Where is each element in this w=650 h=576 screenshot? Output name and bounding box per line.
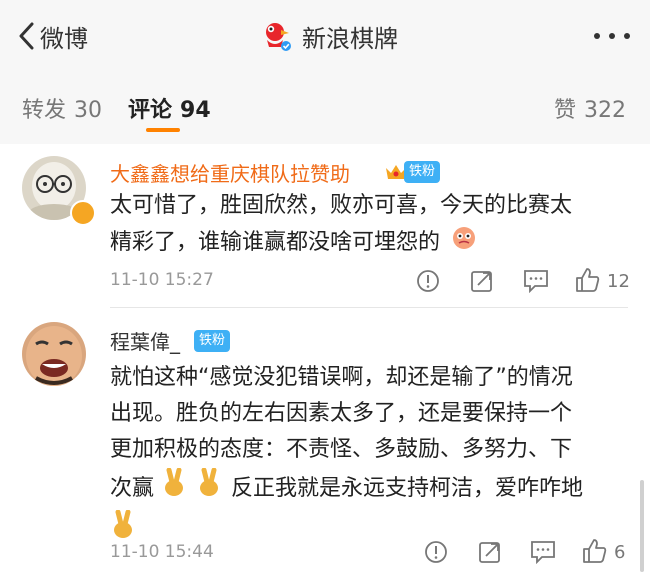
more-icon[interactable] <box>594 31 630 41</box>
tab-likes-label: 赞 <box>554 98 577 123</box>
comment-text-line: 更加积极的态度：不责怪、多鼓励、多努力、下 <box>110 437 573 462</box>
comment-time: 11-10 15:44 <box>110 542 214 562</box>
username[interactable]: 程葉偉_ <box>110 326 180 355</box>
tab-reposts-label: 转发 <box>22 98 67 123</box>
comment-text: 就怕这种“感觉没犯错误啊，却还是输了”的情况 出现。胜负的左右因素太多了，还是要… <box>110 360 630 552</box>
repost-icon[interactable] <box>470 269 494 293</box>
back-chevron-icon <box>19 22 34 50</box>
account-title[interactable]: 新浪棋牌 <box>262 16 398 56</box>
back-button[interactable]: 微博 <box>18 20 88 53</box>
victory-hand-emoji <box>196 467 224 510</box>
comment-text-line-content: 反正我就是永远支持柯洁，爱咋咋地 <box>231 476 584 501</box>
tab-comments[interactable]: 评论 94 <box>128 92 211 124</box>
tab-bar: 转发 30 评论 94 赞 322 <box>0 72 650 144</box>
like-icon[interactable] <box>575 267 601 293</box>
tab-reposts[interactable]: 转发 30 <box>22 92 102 124</box>
victory-hand-emoji <box>161 467 189 510</box>
comment-icon[interactable] <box>523 269 549 293</box>
comment-text-line: 精彩了，谁输谁赢都没啥可埋怨的 <box>110 224 630 262</box>
like-count: 6 <box>614 542 626 563</box>
report-icon[interactable] <box>424 540 448 564</box>
comment-text-line-content: 精彩了，谁输谁赢都没啥可埋怨的 <box>110 230 441 255</box>
comment-time: 11-10 15:27 <box>110 270 214 290</box>
tab-comments-label: 评论 <box>128 98 173 123</box>
like-count: 12 <box>607 271 630 292</box>
account-name: 新浪棋牌 <box>302 24 398 53</box>
repost-icon[interactable] <box>478 540 502 564</box>
avatar[interactable] <box>22 322 86 386</box>
comment-icon[interactable] <box>530 540 556 564</box>
report-icon[interactable] <box>416 269 440 293</box>
scrollbar[interactable] <box>640 480 644 572</box>
tab-likes[interactable]: 赞 322 <box>554 92 626 124</box>
comment-text-line: 太可惜了，胜固欣然，败亦可喜，今天的比赛太 <box>110 193 573 218</box>
comment-text: 太可惜了，胜固欣然，败亦可喜，今天的比赛太 精彩了，谁输谁赢都没啥可埋怨的 <box>110 188 630 262</box>
tab-active-indicator <box>146 128 180 132</box>
sina-chess-logo-icon <box>262 20 292 52</box>
comment-text-line-content: 次赢 <box>110 476 155 501</box>
comment-item: 程葉偉_ 铁粉 就怕这种“感觉没犯错误啊，却还是输了”的情况 出现。胜负的左右因… <box>0 308 650 576</box>
tab-reposts-count: 30 <box>74 98 103 123</box>
tab-comments-count: 94 <box>180 98 211 123</box>
vip-icon <box>70 200 96 226</box>
comment-text-line: 次赢 反正我就是永远支持柯洁，爱咋咋地 <box>110 467 630 510</box>
nav-header: 微博 新浪棋牌 <box>0 0 650 72</box>
face-emoji <box>451 224 477 262</box>
comment-text-line: 就怕这种“感觉没犯错误啊，却还是输了”的情况 <box>110 365 573 390</box>
like-icon[interactable] <box>582 538 608 564</box>
tab-likes-count: 322 <box>584 98 627 123</box>
fan-badge: 铁粉 <box>404 161 441 183</box>
comment-text-line: 出现。胜负的左右因素太多了，还是要保持一个 <box>110 401 573 426</box>
username[interactable]: 大鑫鑫想给重庆棋队拉赞助 <box>110 158 350 187</box>
back-label: 微博 <box>40 24 88 53</box>
comment-item: 大鑫鑫想给重庆棋队拉赞助 铁粉 太可惜了，胜固欣然，败亦可喜，今天的比赛太 精彩… <box>0 144 650 308</box>
fan-badge: 铁粉 <box>194 330 231 352</box>
